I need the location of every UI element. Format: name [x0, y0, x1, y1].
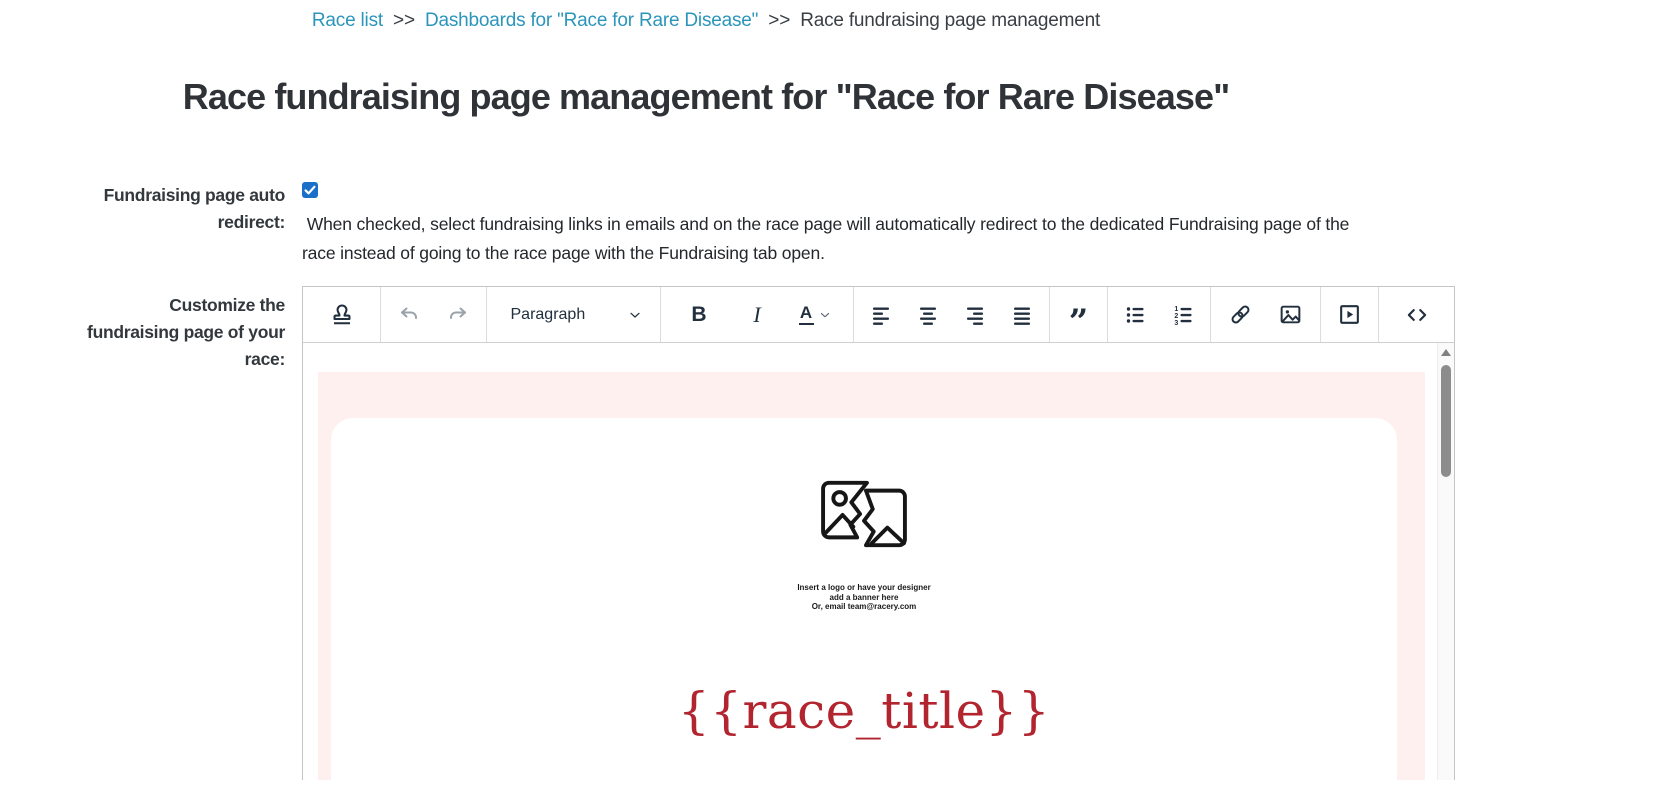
media-icon[interactable] — [1330, 295, 1370, 335]
align-center-icon[interactable] — [908, 295, 948, 335]
code-icon[interactable] — [1397, 295, 1437, 335]
fundraising-card-content: Insert a logo or have your designer add … — [331, 418, 1397, 740]
fundraising-page-background: Insert a logo or have your designer add … — [318, 372, 1425, 780]
chevron-down-icon — [820, 312, 829, 317]
toolbar-group-code — [1378, 287, 1455, 342]
text-color-button[interactable]: A — [795, 295, 835, 335]
fundraising-page-card: Insert a logo or have your designer add … — [331, 418, 1397, 780]
breadcrumb-current: Race fundraising page management — [800, 10, 1101, 31]
toolbar-group-paragraph: Paragraph — [486, 287, 660, 342]
race-title-token: {{race_title}} — [677, 681, 1051, 740]
paragraph-select[interactable]: Paragraph — [499, 295, 649, 335]
toolbar-group-inline: B I A — [660, 287, 853, 342]
align-right-icon[interactable] — [955, 295, 995, 335]
editor-body: Insert a logo or have your designer add … — [303, 343, 1454, 780]
management-form: Fundraising page auto redirect: When che… — [0, 182, 1455, 780]
banner-placeholder-line3: Or, email team@racery.com — [811, 602, 917, 611]
numbered-list-icon[interactable]: 123 — [1163, 295, 1203, 335]
breadcrumb: Race list >> Dashboards for "Race for Ra… — [0, 0, 1412, 32]
toolbar-group-link-image — [1210, 287, 1320, 342]
image-icon[interactable] — [1270, 295, 1310, 335]
auto-redirect-control: When checked, select fundraising links i… — [302, 182, 1412, 268]
link-icon[interactable] — [1221, 295, 1261, 335]
breadcrumb-dashboards-link[interactable]: Dashboards for "Race for Rare Disease" — [425, 10, 758, 31]
svg-text:3: 3 — [1174, 320, 1178, 327]
toolbar-group-align — [853, 287, 1049, 342]
customize-label-line3: race: — [244, 349, 286, 369]
align-left-icon[interactable] — [861, 295, 901, 335]
stamp-icon[interactable] — [322, 295, 362, 335]
text-color-bar — [798, 322, 814, 326]
breadcrumb-separator: >> — [393, 10, 415, 31]
bullet-list-icon[interactable] — [1115, 295, 1155, 335]
scrollbar-up-arrow[interactable] — [1441, 349, 1451, 356]
toolbar-group-history — [380, 287, 486, 342]
svg-text:1: 1 — [1174, 306, 1178, 313]
auto-redirect-label-line1: Fundraising page auto — [103, 185, 286, 205]
banner-placeholder-text: Insert a logo or have your designer add … — [331, 583, 1397, 612]
redo-icon[interactable] — [438, 295, 478, 335]
auto-redirect-label: Fundraising page auto redirect: — [0, 182, 286, 268]
customize-label-line1: Customize the — [169, 295, 285, 315]
page-container: Race list >> Dashboards for "Race for Ra… — [0, 0, 1455, 780]
toolbar-group-lists: 123 — [1107, 287, 1210, 342]
svg-text:2: 2 — [1174, 313, 1178, 320]
justify-icon[interactable] — [1002, 295, 1042, 335]
auto-redirect-checkbox[interactable] — [302, 182, 318, 198]
breadcrumb-separator: >> — [768, 10, 791, 31]
customize-control: Paragraph B I A ” 1 2 3 Insert a logo or… — [302, 286, 1455, 780]
banner-placeholder-line1: Insert a logo or have your designer — [797, 583, 931, 592]
text-color-glyph: A — [799, 302, 813, 322]
customize-label: Customize the fundraising page of your r… — [0, 292, 285, 780]
auto-redirect-label-line2: redirect: — [217, 212, 286, 232]
blockquote-icon[interactable]: ” — [1059, 295, 1099, 339]
toolbar-group-stamp — [303, 287, 380, 342]
broken-image-icon — [821, 480, 907, 548]
italic-button[interactable]: I — [737, 295, 777, 335]
banner-placeholder-line2: add a banner here — [829, 592, 899, 602]
toolbar-group-quote: ” — [1049, 287, 1107, 342]
auto-redirect-description: When checked, select fundraising links i… — [302, 214, 1354, 263]
auto-redirect-row: Fundraising page auto redirect: When che… — [0, 182, 1412, 268]
toolbar-group-media — [1320, 287, 1378, 342]
rich-text-editor: Paragraph B I A ” 1 2 3 Insert a logo or… — [302, 286, 1455, 780]
breadcrumb-race-list-link[interactable]: Race list — [312, 10, 383, 31]
editor-content-area[interactable]: Insert a logo or have your designer add … — [303, 343, 1437, 780]
editor-toolbar: Paragraph B I A ” 1 2 3 — [303, 287, 1454, 343]
scrollbar-thumb[interactable] — [1441, 365, 1451, 477]
paragraph-select-value: Paragraph — [510, 305, 586, 323]
editor-scrollbar — [1437, 343, 1454, 780]
undo-icon[interactable] — [389, 295, 429, 335]
bold-button[interactable]: B — [679, 295, 719, 335]
customize-label-line2: fundraising page of your — [87, 322, 285, 342]
page-title: Race fundraising page management for "Ra… — [182, 76, 1230, 117]
customize-row: Customize the fundraising page of your r… — [0, 286, 1455, 780]
chevron-down-icon — [629, 312, 640, 318]
